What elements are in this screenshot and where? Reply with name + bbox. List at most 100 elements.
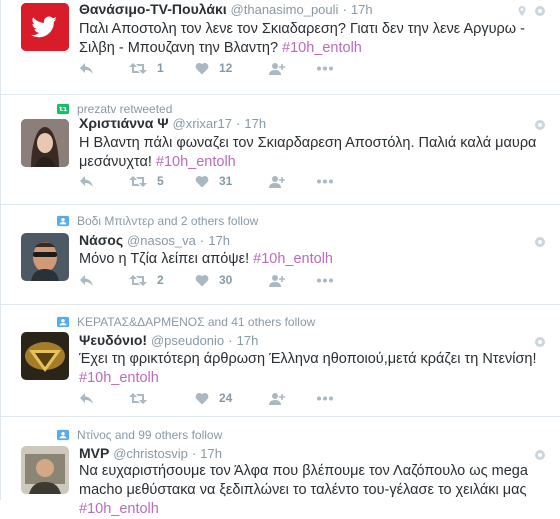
tweet-separator: · <box>228 332 233 348</box>
follow-user-button[interactable] <box>268 175 316 188</box>
tweet-top-icons <box>534 235 546 247</box>
hashtag-link[interactable]: #10h_entolh <box>156 154 236 170</box>
tweet-body: Να ευχαριστήσουμε τον Άλφα που βλέπουμε … <box>79 463 528 498</box>
follow-user-button[interactable] <box>268 392 316 405</box>
tweet-body: Μόνο η Τζία λείπει απόψε! <box>79 251 250 267</box>
tweet-item[interactable]: Θανάσιμο-TV-Πουλάκι @thanasimo_pouli · 1… <box>1 0 560 95</box>
retweet-button[interactable]: 2 <box>129 273 195 287</box>
tweet-actions: 5 31 <box>79 174 334 188</box>
tweet-text: Έχει τη φρικτότερη άρθρωση Έλληνα ηθοποι… <box>79 350 544 388</box>
globe-icon <box>534 235 546 247</box>
tweet-header: Νάσος @nasos_va · 17h <box>79 232 230 248</box>
more-button[interactable] <box>316 396 334 401</box>
retweet-icon <box>129 392 147 404</box>
tweet-separator: · <box>191 445 197 461</box>
heart-icon <box>195 175 209 187</box>
reply-button[interactable] <box>79 392 129 405</box>
like-count: 24 <box>219 391 233 405</box>
tweet-separator: · <box>235 115 241 131</box>
more-icon <box>317 179 333 183</box>
tweet-separator: · <box>342 1 347 17</box>
tweet-fullname[interactable]: Χριστιάννα Ψ <box>79 115 169 131</box>
tweet-stream: Θανάσιμο-TV-Πουλάκι @thanasimo_pouli · 1… <box>0 0 560 517</box>
retweet-context-icon <box>57 103 69 115</box>
more-button[interactable] <box>316 66 334 71</box>
reply-button[interactable] <box>79 62 129 75</box>
tweet-item[interactable]: ΚΕΡΑΤΑΣ&ΔΑΡΜΕΝΟΣ and 41 others follow Ψε… <box>1 305 560 417</box>
more-button[interactable] <box>316 278 334 283</box>
tweet-header: Θανάσιμο-TV-Πουλάκι @thanasimo_pouli · 1… <box>79 1 373 17</box>
follow-user-button[interactable] <box>268 274 316 287</box>
context-text[interactable]: Βοδι Μπιλντερ and 2 others follow <box>77 214 258 228</box>
tweet-username[interactable]: @nasos_va <box>127 233 196 248</box>
retweet-button[interactable]: 1 <box>129 61 195 75</box>
retweet-icon <box>129 62 147 74</box>
tweet-username[interactable]: @christosvip <box>113 446 188 461</box>
like-button[interactable]: 12 <box>195 61 268 75</box>
context-text[interactable]: prezatv retweeted <box>77 102 172 116</box>
add-user-icon <box>269 175 285 188</box>
follow-context-icon <box>57 429 69 441</box>
more-icon <box>317 278 333 282</box>
retweet-count: 5 <box>157 174 164 188</box>
tweet-fullname[interactable]: Ψευδόνιο! <box>79 332 147 348</box>
like-button[interactable]: 30 <box>195 273 268 287</box>
like-button[interactable]: 24 <box>195 391 268 405</box>
tweet-timestamp[interactable]: 17h <box>244 116 266 131</box>
avatar[interactable] <box>21 233 69 281</box>
reply-icon <box>80 274 93 286</box>
globe-icon <box>534 118 546 130</box>
tweet-context: prezatv retweeted <box>57 102 172 116</box>
hashtag-link[interactable]: #10h_entolh <box>282 40 362 56</box>
tweet-item[interactable]: prezatv retweeted Χριστιάννα Ψ @xrixar17… <box>1 95 560 205</box>
reply-button[interactable] <box>79 175 129 188</box>
tweet-context: ΚΕΡΑΤΑΣ&ΔΑΡΜΕΝΟΣ and 41 others follow <box>57 315 315 329</box>
tweet-context: Βοδι Μπιλντερ and 2 others follow <box>57 214 258 228</box>
hashtag-link[interactable]: #10h_entolh <box>79 370 159 386</box>
context-text[interactable]: ΚΕΡΑΤΑΣ&ΔΑΡΜΕΝΟΣ and 41 others follow <box>77 315 315 329</box>
hashtag-link[interactable]: #10h_entolh <box>79 501 159 517</box>
context-text[interactable]: Ντίνος and 99 others follow <box>77 428 222 442</box>
tweet-separator: · <box>199 232 205 248</box>
tweet-item[interactable]: Βοδι Μπιλντερ and 2 others follow Νάσος … <box>1 205 560 305</box>
tweet-header: Χριστιάννα Ψ @xrixar17 · 17h <box>79 115 266 131</box>
avatar[interactable] <box>21 119 69 167</box>
tweet-context: Ντίνος and 99 others follow <box>57 428 222 442</box>
tweet-text: Παλι Αποστολη τον λενε τον Σκιαδαρεση? Γ… <box>79 20 544 58</box>
location-icon <box>516 4 528 16</box>
tweet-item[interactable]: Ντίνος and 99 others follow MVP @christo… <box>1 417 560 517</box>
tweet-timestamp[interactable]: 17h <box>351 2 373 17</box>
tweet-timestamp[interactable]: 17h <box>200 446 222 461</box>
tweet-timestamp[interactable]: 17h <box>208 233 230 248</box>
reply-icon <box>80 62 93 74</box>
add-user-icon <box>269 62 285 75</box>
globe-icon <box>534 448 546 460</box>
avatar[interactable] <box>21 3 69 51</box>
tweet-actions: 2 30 <box>79 273 334 287</box>
tweet-top-icons <box>534 448 546 460</box>
tweet-username[interactable]: @pseudonio <box>151 333 224 348</box>
retweet-button[interactable] <box>129 392 195 405</box>
tweet-fullname[interactable]: Θανάσιμο-TV-Πουλάκι <box>79 1 227 17</box>
like-count: 31 <box>219 174 233 188</box>
retweet-count: 1 <box>157 61 164 75</box>
add-user-icon <box>269 392 285 405</box>
avatar[interactable] <box>21 332 69 380</box>
retweet-button[interactable]: 5 <box>129 174 195 188</box>
follow-user-button[interactable] <box>268 62 316 75</box>
tweet-username[interactable]: @xrixar17 <box>173 116 232 131</box>
retweet-count: 2 <box>157 273 164 287</box>
tweet-body: Έχει τη φρικτότερη άρθρωση Έλληνα ηθοποι… <box>79 351 537 367</box>
tweet-username[interactable]: @thanasimo_pouli <box>231 2 339 17</box>
avatar[interactable] <box>21 446 69 494</box>
follow-context-icon <box>57 215 69 227</box>
heart-icon <box>195 392 209 404</box>
like-button[interactable]: 31 <box>195 174 268 188</box>
reply-button[interactable] <box>79 274 129 287</box>
tweet-timestamp[interactable]: 17h <box>237 333 259 348</box>
more-button[interactable] <box>316 179 334 184</box>
tweet-fullname[interactable]: MVP <box>79 445 109 461</box>
tweet-text: Μόνο η Τζία λείπει απόψε! #10h_entolh <box>79 250 544 269</box>
tweet-fullname[interactable]: Νάσος <box>79 232 123 248</box>
hashtag-link[interactable]: #10h_entolh <box>253 251 333 267</box>
